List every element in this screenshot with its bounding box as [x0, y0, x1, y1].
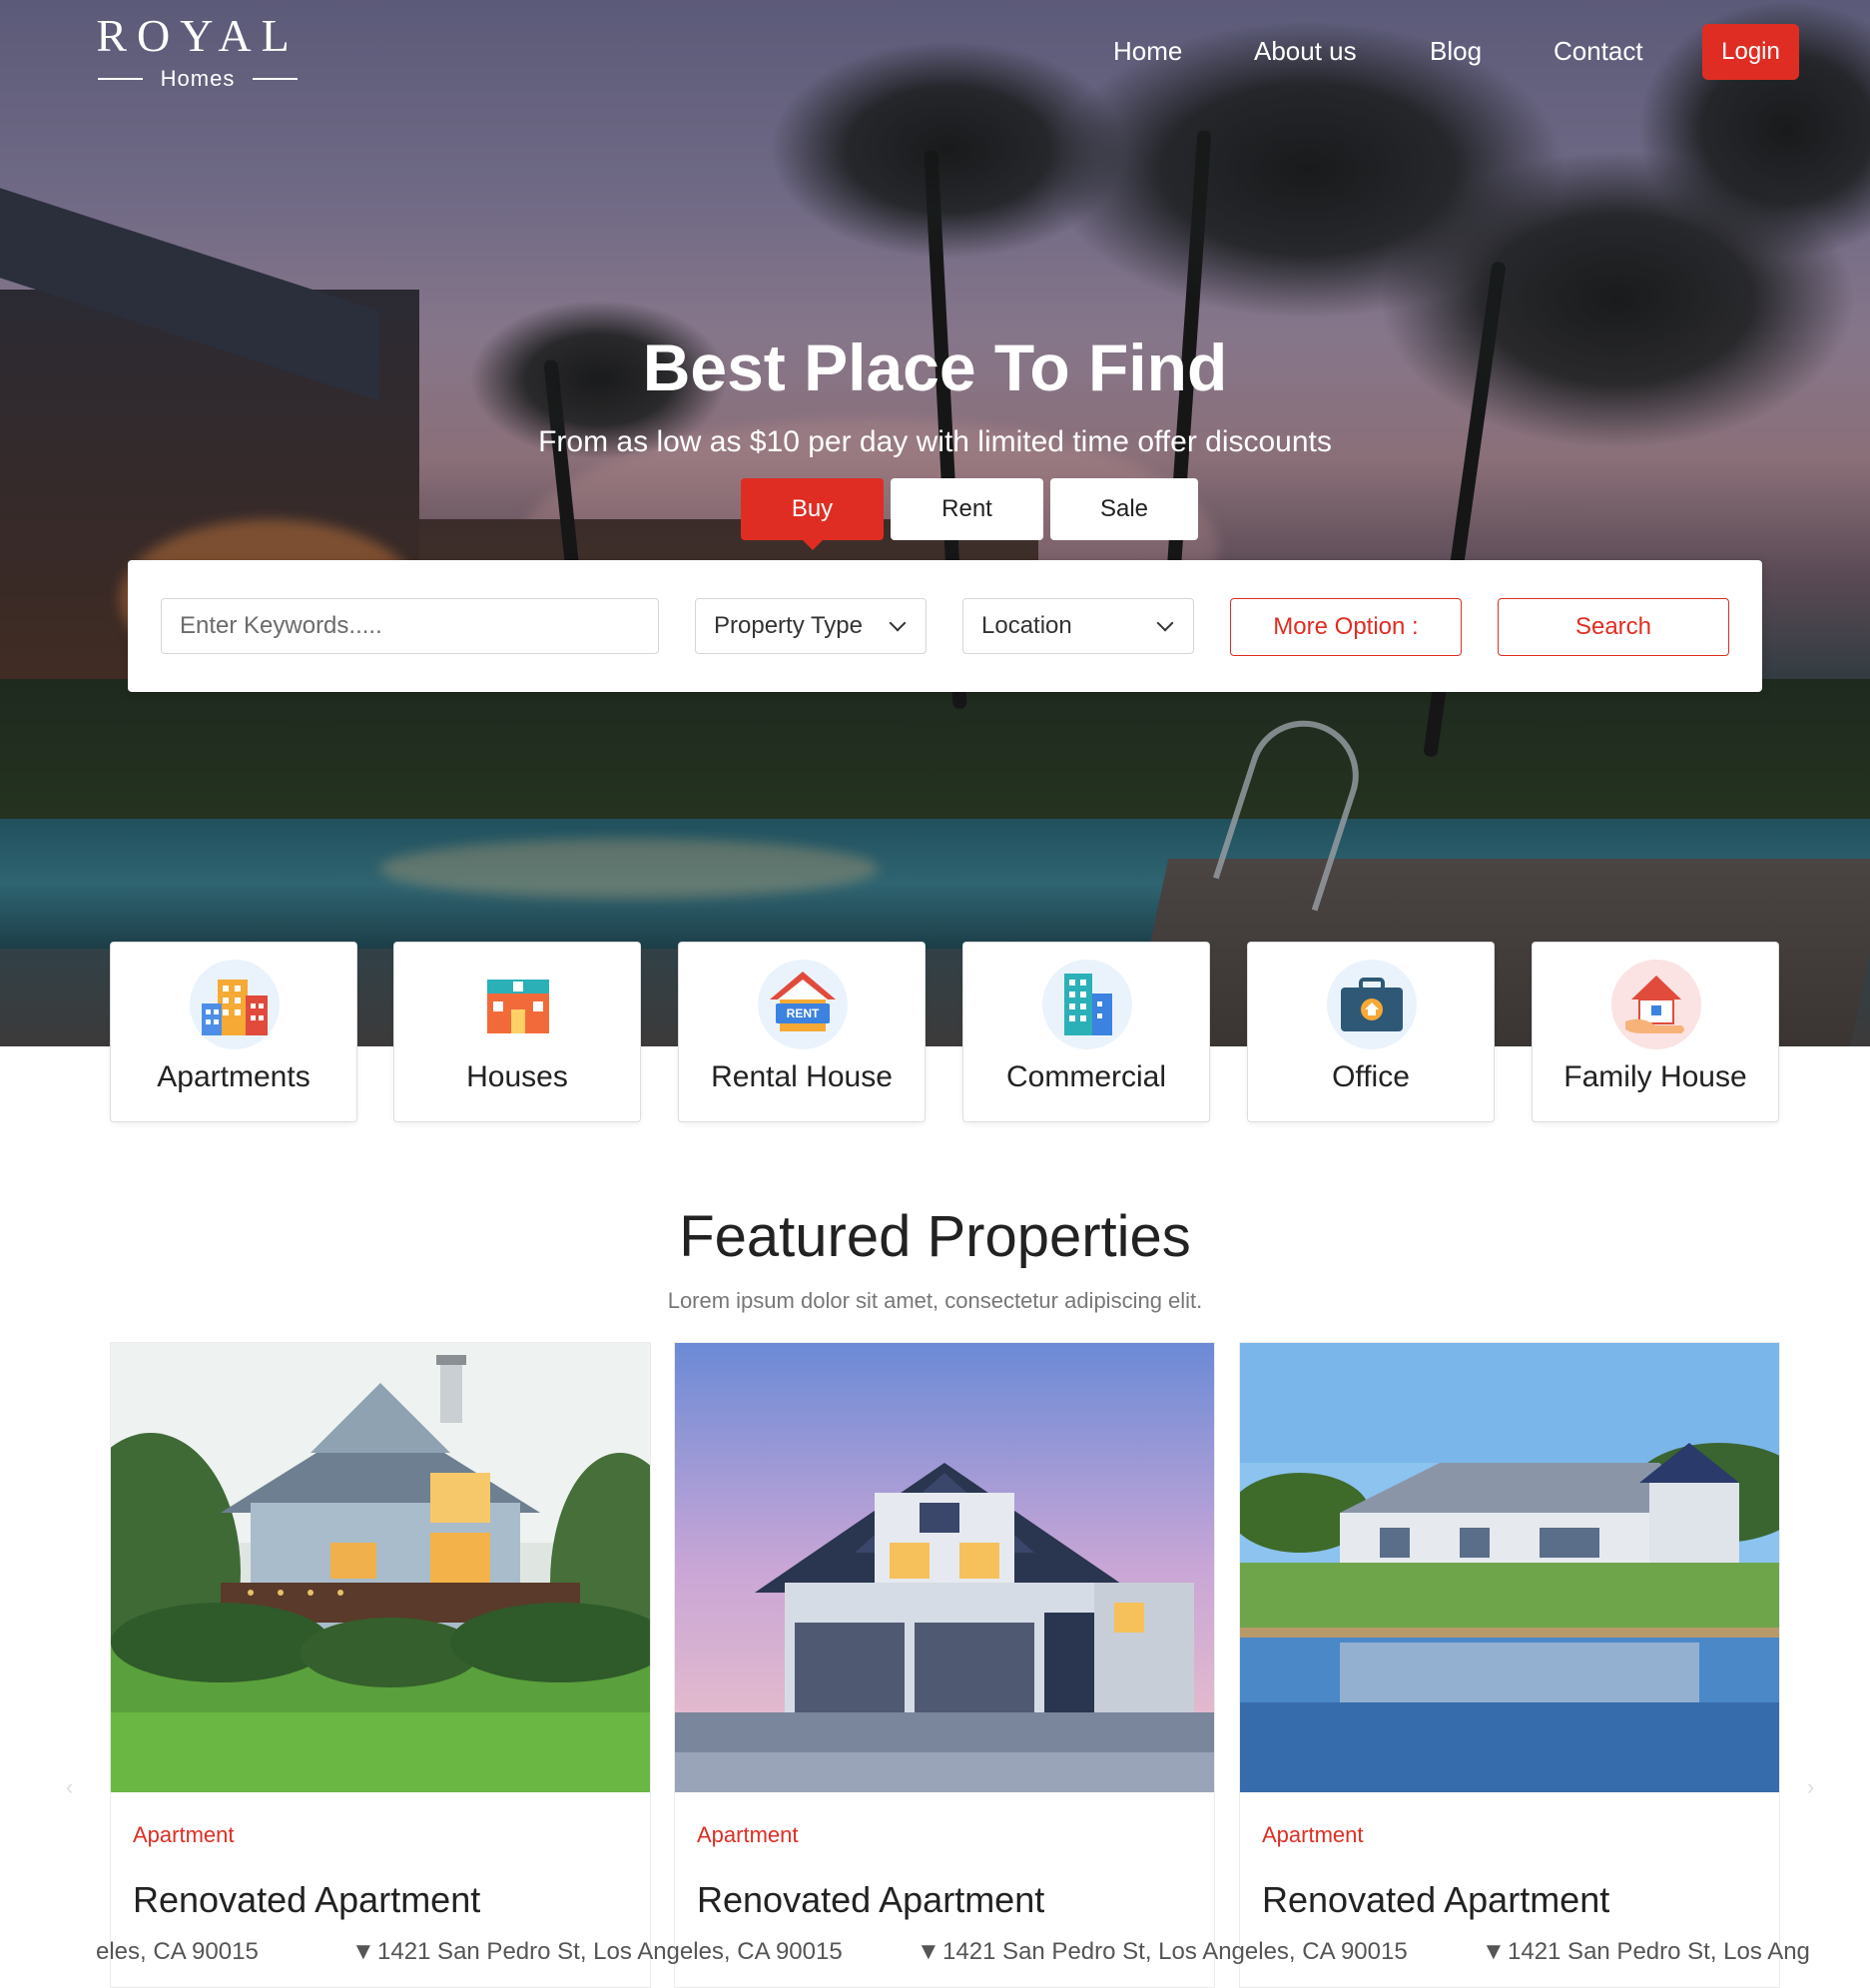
category-office[interactable]: Office [1247, 942, 1495, 1122]
property-type: Apartment [133, 1822, 235, 1847]
location-select[interactable]: Location [962, 598, 1194, 654]
category-label: Rental House [711, 1060, 893, 1093]
logo-subtitle: Homes [93, 66, 303, 92]
property-card[interactable]: Apartment Renovated Apartment [110, 1342, 651, 1988]
family-house-icon [1611, 960, 1701, 1049]
featured-title: Featured Properties [679, 1204, 1191, 1269]
map-pin-icon: ▼ [917, 1938, 940, 1965]
tab-sale[interactable]: Sale [1050, 478, 1198, 540]
houses-icon [473, 960, 563, 1049]
hero-title: Best Place To Find [642, 331, 1228, 404]
nav-blog[interactable]: Blog [1430, 36, 1482, 67]
chevron-down-icon [1156, 614, 1174, 632]
category-label: Family House [1563, 1060, 1747, 1093]
property-name[interactable]: Renovated Apartment [133, 1879, 480, 1921]
carousel-prev-icon[interactable]: ‹ [66, 1774, 90, 1799]
property-type: Apartment [697, 1822, 799, 1847]
property-image [675, 1343, 1214, 1792]
property-type-label: Property Type [714, 612, 863, 639]
property-name[interactable]: Renovated Apartment [1262, 1879, 1609, 1921]
category-label: Office [1332, 1060, 1410, 1093]
category-label: Houses [466, 1060, 568, 1093]
logo-sub-text: Homes [160, 66, 236, 91]
category-label: Apartments [157, 1060, 311, 1093]
rental-house-icon: RENT [758, 960, 848, 1049]
nav-contact[interactable]: Contact [1554, 36, 1643, 67]
property-image [111, 1343, 650, 1792]
category-rental-house[interactable]: RENT Rental House [678, 942, 926, 1122]
address-strip: eles, CA 90015 ▼ 1421 San Pedro St, Los … [0, 1932, 1870, 1988]
logo[interactable]: ROYAL Homes [93, 12, 303, 92]
property-card[interactable]: Apartment Renovated Apartment [1239, 1342, 1780, 1988]
map-pin-icon: ▼ [1482, 1938, 1506, 1965]
more-option-button[interactable]: More Option : [1230, 598, 1462, 656]
address-fragment: 1421 San Pedro St, Los Angeles, CA 90015 [942, 1938, 1408, 1965]
keyword-input[interactable]: Enter Keywords..... [161, 598, 659, 654]
property-type-select[interactable]: Property Type [695, 598, 927, 654]
logo-line-right [253, 78, 299, 80]
category-label: Commercial [1005, 1060, 1167, 1093]
address-fragment: 1421 San Pedro St, Los Ang [1508, 1938, 1810, 1965]
search-panel: Enter Keywords..... Property Type Locati… [128, 560, 1762, 692]
search-button[interactable]: Search [1498, 598, 1729, 656]
tab-rent[interactable]: Rent [891, 478, 1043, 540]
category-commercial[interactable]: Commercial [962, 942, 1210, 1122]
category-houses[interactable]: Houses [393, 942, 641, 1122]
hero-subtitle: From as low as $10 per day with limited … [538, 425, 1332, 458]
property-card[interactable]: Apartment Renovated Apartment [674, 1342, 1215, 1988]
nav-home[interactable]: Home [1113, 36, 1182, 67]
address-fragment: 1421 San Pedro St, Los Angeles, CA 90015 [377, 1938, 843, 1965]
property-type: Apartment [1262, 1822, 1364, 1847]
commercial-icon [1042, 960, 1132, 1049]
map-pin-icon: ▼ [351, 1938, 375, 1965]
apartments-icon [190, 960, 280, 1049]
carousel-next-icon[interactable]: › [1807, 1774, 1831, 1799]
property-image [1240, 1343, 1779, 1792]
nav-about-us[interactable]: About us [1254, 36, 1357, 67]
logo-line-left [97, 78, 143, 80]
featured-subtitle: Lorem ipsum dolor sit amet, consectetur … [667, 1288, 1203, 1313]
tab-buy[interactable]: Buy [741, 478, 884, 550]
location-label: Location [981, 612, 1072, 639]
property-name[interactable]: Renovated Apartment [697, 1879, 1044, 1921]
address-fragment: eles, CA 90015 [96, 1938, 259, 1965]
category-apartments[interactable]: Apartments [110, 942, 357, 1122]
office-icon [1327, 960, 1417, 1049]
logo-brand: ROYAL [96, 10, 300, 61]
rent-sign-text: RENT [787, 1006, 820, 1020]
category-family-house[interactable]: Family House [1532, 942, 1779, 1122]
chevron-down-icon [889, 614, 907, 632]
login-button[interactable]: Login [1702, 24, 1799, 80]
